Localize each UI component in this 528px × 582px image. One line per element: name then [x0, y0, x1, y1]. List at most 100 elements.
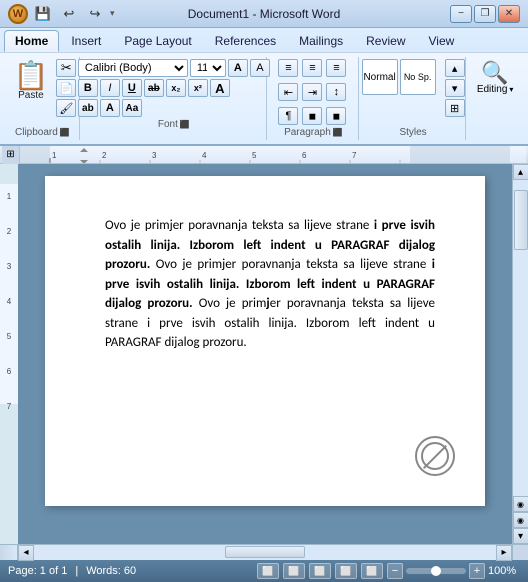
font-name-select[interactable]: Calibri (Body) — [78, 59, 188, 77]
zoom-level[interactable]: 100% — [488, 565, 520, 577]
document-text[interactable]: Ovo je primjer poravnanja teksta sa lije… — [105, 216, 435, 353]
bold-btn[interactable]: B — [78, 79, 98, 97]
scroll-left-btn[interactable]: ◂ — [18, 545, 34, 561]
full-reading-btn[interactable]: ⬜ — [283, 563, 305, 579]
decrease-indent-btn[interactable]: ⇤ — [278, 83, 298, 101]
strikethrough-btn[interactable]: ab — [144, 79, 164, 97]
tab-home[interactable]: Home — [4, 30, 59, 52]
document-page: Ovo je primjer poravnanja teksta sa lije… — [45, 176, 485, 506]
word-count[interactable]: Words: 60 — [86, 565, 136, 577]
style-normal[interactable]: Normal — [362, 59, 398, 95]
scroll-thumb-h[interactable] — [225, 546, 305, 558]
web-layout-btn[interactable]: ⬜ — [309, 563, 331, 579]
multilevel-btn[interactable]: ≡ — [326, 59, 346, 77]
document-scroll[interactable]: Ovo je primjer poravnanja teksta sa lije… — [18, 164, 512, 544]
tab-page-layout[interactable]: Page Layout — [113, 30, 202, 52]
paste-btn[interactable]: 📋 Paste — [8, 59, 53, 104]
paste-label: Paste — [18, 90, 44, 101]
ruler-corner[interactable]: ⊞ — [2, 146, 20, 164]
save-qat-btn[interactable]: 💾 — [32, 4, 54, 24]
cursor-pos: a — [294, 257, 300, 272]
ruler-svg: 1 2 3 4 5 6 7 — [20, 146, 526, 163]
zoom-out-btn[interactable]: − — [387, 563, 403, 579]
change-case-btn[interactable]: Aa — [122, 99, 142, 117]
subscript-btn[interactable]: x₂ — [166, 79, 186, 97]
outline-btn[interactable]: ⬜ — [335, 563, 357, 579]
ribbon-group-clipboard: 📋 Paste ✂ 📄 🖌 Clipboard ⬛ — [6, 57, 80, 140]
svg-text:7: 7 — [352, 151, 357, 160]
tab-review[interactable]: Review — [355, 30, 416, 52]
page-info[interactable]: Page: 1 of 1 — [8, 565, 67, 577]
ribbon-group-styles: Normal No Sp. ▴ ▾ ⊞ Styles — [361, 57, 466, 140]
bullets-btn[interactable]: ≡ — [278, 59, 298, 77]
status-right: ⬜ ⬜ ⬜ ⬜ ⬜ − + 100% — [257, 563, 520, 579]
format-painter-btn[interactable]: 🖌 — [56, 99, 76, 117]
text-bold-2: i prve isvih ostalih linija. Izborom lef… — [105, 257, 435, 311]
clear-format-btn[interactable]: A — [210, 79, 230, 97]
text-bold-1: i prve isvih ostalih linija. Izborom lef… — [105, 218, 435, 272]
clipboard-dialog-launcher[interactable]: ⬛ — [60, 128, 70, 137]
numbering-btn[interactable]: ≡ — [302, 59, 322, 77]
copy-btn[interactable]: 📄 — [56, 79, 76, 97]
styles-scroll-up[interactable]: ▴ — [445, 59, 465, 77]
editing-items: 🔍 Editing ▾ — [472, 59, 519, 125]
scroll-down-btn[interactable]: ▾ — [513, 528, 528, 544]
paragraph-dialog-launcher[interactable]: ⬛ — [333, 128, 343, 137]
ribbon-group-paragraph: ≡ ≡ ≡ ⇤ ⇥ ↕ ¶ ◼ ◼ Paragraph ⬛ — [269, 57, 359, 140]
scroll-right-btn[interactable]: ▸ — [496, 545, 512, 561]
cut-btn[interactable]: ✂ — [56, 59, 76, 77]
editing-btn[interactable]: 🔍 Editing ▾ — [472, 59, 519, 98]
prev-page-btn[interactable]: ◉ — [513, 496, 528, 512]
scroll-track-h[interactable] — [34, 545, 496, 560]
align-center-btn[interactable]: ◼ — [326, 107, 346, 125]
restore-btn[interactable]: ❐ — [474, 5, 496, 23]
grow-font-btn[interactable]: A — [228, 59, 248, 77]
font-size-select[interactable]: 11 — [190, 59, 226, 77]
tab-mailings[interactable]: Mailings — [288, 30, 354, 52]
scroll-track-v[interactable] — [513, 180, 528, 496]
underline-btn[interactable]: U — [122, 79, 142, 97]
font-format-row: B I U ab x₂ x² A — [78, 79, 270, 97]
styles-scroll-down[interactable]: ▾ — [445, 79, 465, 97]
align-left-btn[interactable]: ◼ — [302, 107, 322, 125]
styles-more[interactable]: ⊞ — [445, 99, 465, 117]
draft-btn[interactable]: ⬜ — [361, 563, 383, 579]
qat-dropdown[interactable]: ▾ — [110, 8, 115, 19]
editing-dropdown-arrow[interactable]: ▾ — [509, 85, 513, 94]
scroll-thumb-v[interactable] — [514, 190, 528, 250]
ribbon: Home Insert Page Layout References Maili… — [0, 28, 528, 146]
scroll-corner — [512, 545, 528, 560]
redo-qat-btn[interactable]: ↪ — [84, 4, 106, 24]
undo-qat-btn[interactable]: ↩ — [58, 4, 80, 24]
font-color-btn[interactable]: A — [100, 99, 120, 117]
separator-1: | — [75, 565, 78, 577]
svg-text:4: 4 — [202, 151, 207, 160]
title-bar: W 💾 ↩ ↪ ▾ Document1 - Microsoft Word − ❐… — [0, 0, 528, 28]
zoom-handle[interactable] — [431, 566, 441, 576]
paste-icon: 📋 — [13, 62, 48, 90]
scroll-up-btn[interactable]: ▴ — [513, 164, 528, 180]
font-dialog-launcher[interactable]: ⬛ — [180, 120, 190, 129]
next-page-btn[interactable]: ◉ — [513, 512, 528, 528]
vruler-svg: 1 2 3 4 5 6 7 — [0, 164, 18, 544]
svg-text:6: 6 — [7, 367, 12, 376]
minimize-btn[interactable]: − — [450, 5, 472, 23]
superscript-btn[interactable]: x² — [188, 79, 208, 97]
zoom-controls: − + 100% — [387, 563, 520, 579]
close-btn[interactable]: ✕ — [498, 5, 520, 23]
print-layout-btn[interactable]: ⬜ — [257, 563, 279, 579]
sort-btn[interactable]: ↕ — [326, 83, 346, 101]
tab-view[interactable]: View — [418, 30, 466, 52]
paragraph-buttons: ≡ ≡ ≡ ⇤ ⇥ ↕ ¶ ◼ ◼ — [278, 59, 348, 125]
italic-btn[interactable]: I — [100, 79, 120, 97]
style-no-spacing[interactable]: No Sp. — [400, 59, 436, 95]
zoom-in-btn[interactable]: + — [469, 563, 485, 579]
show-para-btn[interactable]: ¶ — [278, 107, 298, 125]
zoom-slider[interactable] — [406, 568, 466, 574]
highlight-color-btn[interactable]: ab — [78, 99, 98, 117]
font-color-row: ab A Aa — [78, 99, 270, 117]
shrink-font-btn[interactable]: A — [250, 59, 270, 77]
tab-references[interactable]: References — [204, 30, 287, 52]
increase-indent-btn[interactable]: ⇥ — [302, 83, 322, 101]
tab-insert[interactable]: Insert — [60, 30, 112, 52]
